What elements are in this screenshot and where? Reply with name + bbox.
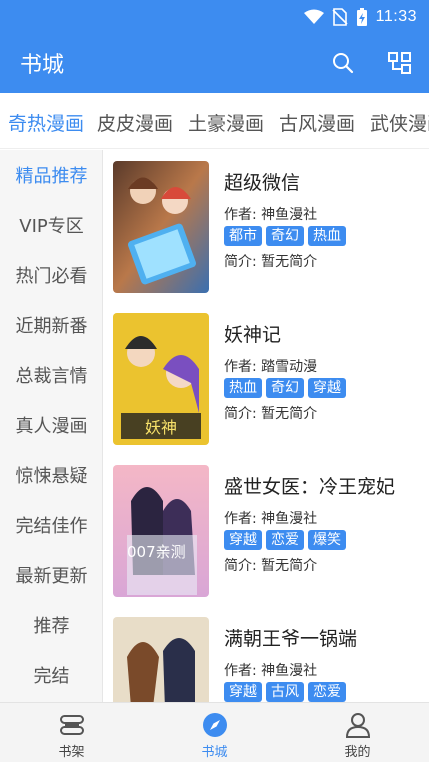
- book-cover: [113, 161, 209, 293]
- tag-badge: 奇幻: [266, 378, 304, 398]
- book-item[interactable]: 满朝王爷一锅端 作者: 神鱼漫社 穿越 古风 恋爱: [104, 606, 429, 702]
- nav-label: 书城: [201, 745, 228, 760]
- tab-gufeng[interactable]: 古风漫画: [279, 109, 355, 136]
- tab-wuxia[interactable]: 武侠漫画: [370, 109, 429, 136]
- book-list: 超级微信 作者: 神鱼漫社 都市 奇幻 热血 简介: 暂无简介 妖神 妖神记 作…: [104, 150, 429, 702]
- book-item[interactable]: 超级微信 作者: 神鱼漫社 都市 奇幻 热血 简介: 暂无简介: [104, 150, 429, 302]
- sidebar: 精品推荐 VIP专区 热门必看 近期新番 总裁言情 真人漫画 惊悚悬疑 完结佳作…: [0, 150, 103, 702]
- page-title: 书城: [20, 53, 65, 78]
- book-author: 作者: 神鱼漫社: [224, 511, 318, 527]
- sidebar-item-recommend[interactable]: 推荐: [0, 602, 102, 652]
- bottom-nav: 书架 书城 我的: [0, 702, 429, 762]
- category-button[interactable]: [386, 49, 414, 77]
- status-bar: 11:33: [0, 0, 429, 33]
- tab-qire[interactable]: 奇热漫画: [8, 109, 84, 136]
- book-item[interactable]: 007亲测 盛世女医：冷王宠妃 作者: 神鱼漫社 穿越 恋爱 爆笑 简介: 暂无…: [104, 454, 429, 606]
- sidebar-item-hot[interactable]: 热门必看: [0, 252, 102, 302]
- book-tags: 都市 奇幻 热血: [224, 226, 346, 246]
- tag-badge: 古风: [266, 682, 304, 702]
- no-sim-icon: [332, 8, 348, 26]
- book-tags: 穿越 古风 恋爱: [224, 682, 346, 702]
- nav-label: 书架: [58, 745, 85, 760]
- book-title: 超级微信: [224, 172, 301, 194]
- sidebar-item-romance[interactable]: 总裁言情: [0, 352, 102, 402]
- tag-badge: 穿越: [308, 378, 346, 398]
- book-title: 满朝王爷一锅端: [224, 628, 358, 650]
- book-author: 作者: 神鱼漫社: [224, 207, 318, 223]
- tag-badge: 爆笑: [308, 530, 346, 550]
- sidebar-item-finished-best[interactable]: 完结佳作: [0, 502, 102, 552]
- book-intro: 简介: 暂无简介: [224, 254, 318, 270]
- nav-bookstore[interactable]: 书城: [143, 707, 286, 761]
- status-icons: 11:33: [303, 6, 417, 28]
- tag-badge: 恋爱: [308, 682, 346, 702]
- book-tags: 热血 奇幻 穿越: [224, 378, 346, 398]
- nav-profile[interactable]: 我的: [286, 707, 429, 761]
- tag-badge: 都市: [224, 226, 262, 246]
- book-intro: 简介: 暂无简介: [224, 558, 318, 574]
- person-icon: [345, 713, 370, 738]
- sidebar-item-live-action[interactable]: 真人漫画: [0, 402, 102, 452]
- book-cover: [113, 617, 209, 702]
- tag-badge: 恋爱: [266, 530, 304, 550]
- tag-badge: 穿越: [224, 530, 262, 550]
- status-time: 11:33: [375, 8, 417, 25]
- category-tabs: 奇热漫画 皮皮漫画 土豪漫画 古风漫画 武侠漫画: [0, 93, 429, 149]
- app-bar: 书城: [0, 33, 429, 93]
- battery-charging-icon: [356, 8, 367, 26]
- book-author: 作者: 踏雪动漫: [224, 359, 318, 375]
- book-title: 盛世女医：冷王宠妃: [224, 476, 396, 498]
- cover-watermark: 007亲测: [127, 543, 186, 561]
- bookshelf-icon: [59, 715, 84, 735]
- tag-badge: 穿越: [224, 682, 262, 702]
- book-tags: 穿越 恋爱 爆笑: [224, 530, 346, 550]
- sidebar-item-finished[interactable]: 完结: [0, 652, 102, 702]
- compass-icon: [202, 713, 227, 737]
- svg-text:妖神: 妖神: [145, 418, 177, 437]
- nav-bookshelf[interactable]: 书架: [0, 707, 143, 761]
- book-title: 妖神记: [224, 324, 282, 346]
- search-icon: [333, 53, 354, 74]
- book-intro: 简介: 暂无简介: [224, 406, 318, 422]
- book-item[interactable]: 妖神 妖神记 作者: 踏雪动漫 热血 奇幻 穿越 简介: 暂无简介: [104, 302, 429, 454]
- book-cover: 妖神: [113, 313, 209, 445]
- tag-badge: 热血: [224, 378, 262, 398]
- sidebar-item-new[interactable]: 近期新番: [0, 302, 102, 352]
- tag-badge: 奇幻: [266, 226, 304, 246]
- book-cover: 007亲测: [113, 465, 209, 597]
- sidebar-item-vip[interactable]: VIP专区: [0, 202, 102, 252]
- search-button[interactable]: [329, 49, 357, 77]
- book-author: 作者: 神鱼漫社: [224, 663, 318, 679]
- wifi-icon: [303, 9, 324, 24]
- nav-label: 我的: [344, 745, 371, 760]
- category-icon: [388, 52, 411, 74]
- tab-tuhao[interactable]: 土豪漫画: [188, 109, 264, 136]
- sidebar-item-featured[interactable]: 精品推荐: [0, 152, 102, 202]
- tab-pipi[interactable]: 皮皮漫画: [97, 109, 173, 136]
- tag-badge: 热血: [308, 226, 346, 246]
- sidebar-item-latest[interactable]: 最新更新: [0, 552, 102, 602]
- sidebar-item-thriller[interactable]: 惊悚悬疑: [0, 452, 102, 502]
